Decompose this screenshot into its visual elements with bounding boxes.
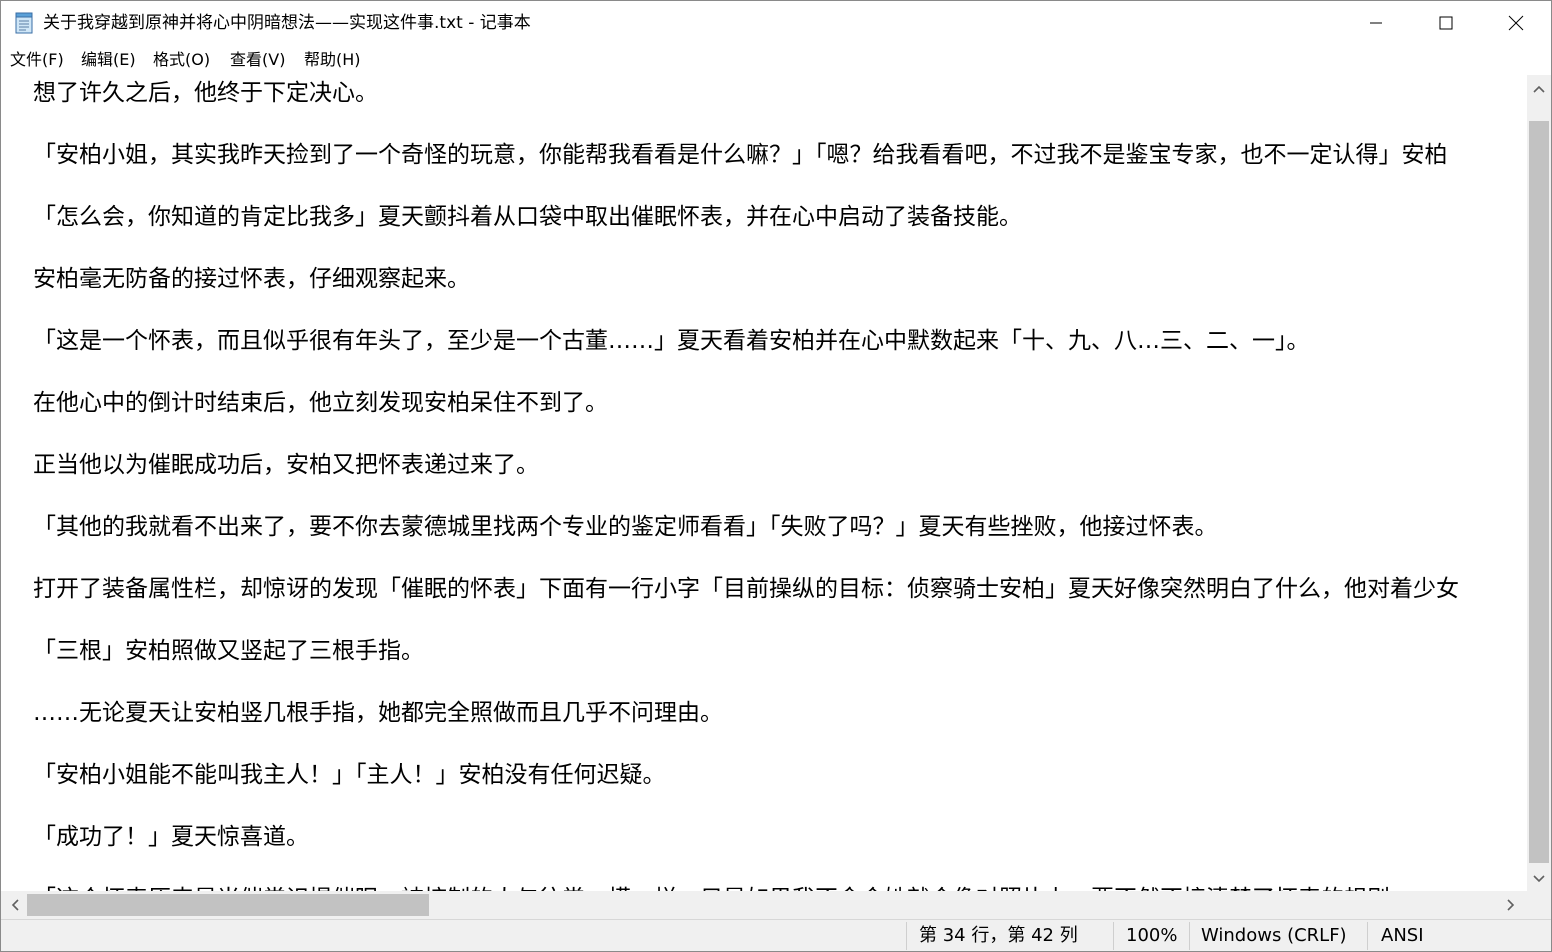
text-line: 「怎么会，你知道的肯定比我多」夏天颤抖着从口袋中取出催眠怀表，并在心中启动了装备… xyxy=(33,204,1022,230)
scrollbar-corner xyxy=(1527,891,1551,919)
title-bar[interactable]: 关于我穿越到原神并将心中阴暗想法——实现这件事.txt - 记事本 xyxy=(1,1,1551,45)
chevron-left-icon xyxy=(11,899,19,911)
status-bar: 第 34 行，第 42 列 100% Windows (CRLF) ANSI xyxy=(1,919,1551,951)
text-line: 「其他的我就看不出来了，要不你去蒙德城里找两个专业的鉴定师看看」「失败了吗？」夏… xyxy=(33,514,1218,540)
status-encoding: ANSI xyxy=(1381,925,1424,946)
status-cursor-position: 第 34 行，第 42 列 xyxy=(919,925,1078,946)
text-line: ……无论夏天让安柏竖几根手指，她都完全照做而且几乎不问理由。 xyxy=(33,700,723,726)
horizontal-scroll-thumb[interactable] xyxy=(27,894,429,916)
window-title: 关于我穿越到原神并将心中阴暗想法——实现这件事.txt - 记事本 xyxy=(43,13,531,33)
text-line: 正当他以为催眠成功后，安柏又把怀表递过来了。 xyxy=(33,452,539,478)
vertical-scrollbar[interactable] xyxy=(1527,75,1551,891)
notepad-window: 关于我穿越到原神并将心中阴暗想法——实现这件事.txt - 记事本 文件(F) … xyxy=(0,0,1552,952)
horizontal-scrollbar[interactable] xyxy=(1,891,1527,919)
maximize-button[interactable] xyxy=(1411,1,1481,45)
menu-format[interactable]: 格式(O) xyxy=(151,48,212,72)
text-line: 「成功了！」夏天惊喜道。 xyxy=(33,824,309,850)
status-divider xyxy=(906,922,907,950)
text-editor[interactable]: 想了许久之后，他终于下定决心。 「安柏小姐，其实我昨天捡到了一个奇怪的玩意，你能… xyxy=(1,75,1527,891)
text-line: 安柏毫无防备的接过怀表，仔细观察起来。 xyxy=(33,266,470,292)
minimize-button[interactable] xyxy=(1341,1,1411,45)
text-line: 打开了装备属性栏，却惊讶的发现「催眠的怀表」下面有一行小字「目前操纵的目标：侦察… xyxy=(33,576,1459,602)
text-line: 在他心中的倒计时结束后，他立刻发现安柏呆住不到了。 xyxy=(33,390,608,416)
menu-edit[interactable]: 编辑(E) xyxy=(79,48,138,72)
minimize-icon xyxy=(1370,22,1382,24)
vertical-scroll-thumb[interactable] xyxy=(1529,121,1549,863)
text-line: 「安柏小姐能不能叫我主人！」「主人！」安柏没有任何迟疑。 xyxy=(33,762,666,788)
scroll-up-button[interactable] xyxy=(1527,77,1551,101)
status-divider xyxy=(1189,922,1190,950)
close-icon xyxy=(1508,15,1524,31)
menu-bar: 文件(F) 编辑(E) 格式(O) 查看(V) 帮助(H) xyxy=(1,45,1551,75)
status-divider xyxy=(1113,922,1114,950)
chevron-down-icon xyxy=(1533,875,1545,883)
chevron-up-icon xyxy=(1533,85,1545,93)
status-divider xyxy=(1367,922,1368,950)
chevron-right-icon xyxy=(1507,899,1515,911)
text-line: 想了许久之后，他终于下定决心。 xyxy=(33,80,378,106)
maximize-icon xyxy=(1439,16,1453,30)
close-button[interactable] xyxy=(1481,1,1551,45)
text-line: 「安柏小姐，其实我昨天捡到了一个奇怪的玩意，你能帮我看看是什么嘛？」「嗯？给我看… xyxy=(33,142,1448,168)
text-line: 「三根」安柏照做又竖起了三根手指。 xyxy=(33,638,424,664)
scroll-down-button[interactable] xyxy=(1527,867,1551,891)
scroll-right-button[interactable] xyxy=(1499,893,1523,917)
status-line-ending: Windows (CRLF) xyxy=(1201,925,1347,946)
menu-help[interactable]: 帮助(H) xyxy=(302,48,363,72)
menu-file[interactable]: 文件(F) xyxy=(8,48,66,72)
menu-view[interactable]: 查看(V) xyxy=(228,48,287,72)
notepad-app-icon xyxy=(15,12,33,34)
scroll-left-button[interactable] xyxy=(3,893,27,917)
text-line: 「这个怀表原来是当催常识提催眠，被控制的人与往常一模一样，只是如果我不命令她就会… xyxy=(33,883,1390,891)
text-line: 「这是一个怀表，而且似乎很有年头了，至少是一个古董……」夏天看着安柏并在心中默数… xyxy=(33,328,1310,354)
status-zoom: 100% xyxy=(1126,925,1178,946)
